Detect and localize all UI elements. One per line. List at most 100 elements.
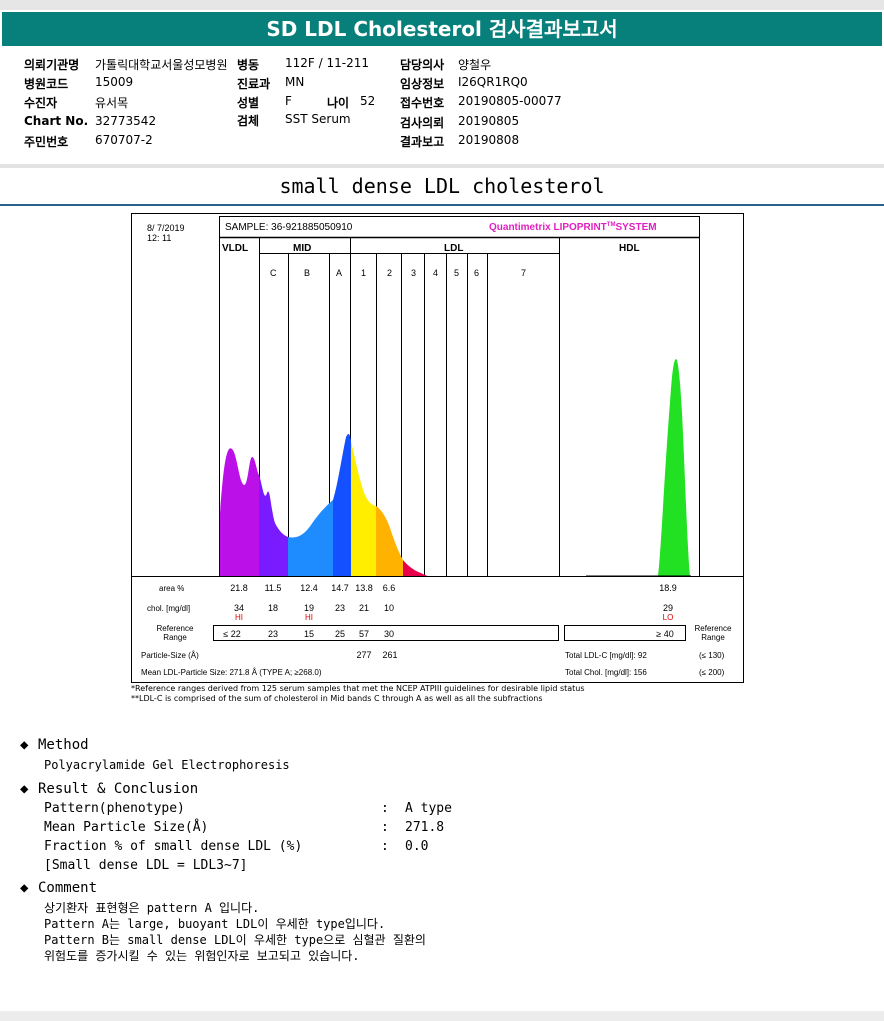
total-ldl-reference: (≤ 130) xyxy=(699,651,725,660)
band-6: 6 xyxy=(474,268,479,278)
reference-value-4: 25 xyxy=(335,629,345,639)
chol-label: chol. [mg/dl] xyxy=(147,604,190,613)
hospital-value: 가톨릭대학교서울성모병원 xyxy=(95,58,228,72)
result-heading: ◆ Result & Conclusion xyxy=(20,781,198,797)
divider xyxy=(0,164,884,168)
lipoprint-report: 8/ 7/2019 12: 11 SAMPLE: 36-921885050910… xyxy=(131,213,744,683)
chol-value-4: 23 xyxy=(335,603,345,613)
brand-tm: TM xyxy=(607,222,616,228)
footnote-2: **LDL-C is comprised of the sum of chole… xyxy=(131,694,543,703)
brand-name: Quantimetrix LIPOPRINT xyxy=(489,222,607,233)
comment-line-1: 상기환자 표현형은 pattern A 입니다. xyxy=(44,901,260,915)
result-row-3-colon: : xyxy=(381,839,389,854)
chol-value-6: 10 xyxy=(384,603,394,613)
area-value-5: 13.8 xyxy=(355,583,373,593)
group-hdl: HDL xyxy=(619,243,640,254)
reference-label-1: Reference xyxy=(157,624,194,633)
code-label: 병원코드 xyxy=(24,77,69,91)
reference-value-1: ≤ 22 xyxy=(223,629,240,639)
report-date-value: 20190808 xyxy=(458,133,520,147)
group-ldl: LDL xyxy=(444,243,463,254)
code-value: 15009 xyxy=(95,75,134,89)
clinical-value: I26QR1RQ0 xyxy=(458,75,528,89)
patient-value: 유서목 xyxy=(95,96,129,110)
particle-size-2: 261 xyxy=(382,650,397,660)
diamond-bullet-icon: ◆ xyxy=(20,737,29,753)
request-value: 20190805 xyxy=(458,114,520,128)
specimen-label: 검체 xyxy=(237,114,260,128)
top-bar xyxy=(0,0,884,10)
doctor-label: 담당의사 xyxy=(400,58,445,72)
ward-value: 112F / 11-211 xyxy=(285,56,369,70)
age-label: 나이 xyxy=(327,96,350,110)
specimen-value: SST Serum xyxy=(285,112,351,126)
bottom-bar xyxy=(0,1011,884,1021)
report-date: 8/ 7/2019 xyxy=(147,223,185,233)
chol-value-5: 21 xyxy=(359,603,369,613)
band-5: 5 xyxy=(454,268,459,278)
report-title: SD LDL Cholesterol 검사결과보고서 xyxy=(2,12,882,46)
subtitle-underline xyxy=(0,204,884,206)
result-row-2-colon: : xyxy=(381,820,389,835)
id-value: 670707-2 xyxy=(95,133,153,147)
sex-label: 성별 xyxy=(237,96,260,110)
result-row-1-colon: : xyxy=(381,801,389,816)
reference-value-6: 30 xyxy=(384,629,394,639)
section-subtitle: small dense LDL cholesterol xyxy=(279,174,605,198)
chart-label: Chart No. xyxy=(24,114,89,128)
chol-value-1: 34 xyxy=(234,603,244,613)
band-4: 4 xyxy=(433,268,438,278)
mean-particle-size: Mean LDL-Particle Size: 271.8 Å (TYPE A;… xyxy=(141,668,322,677)
id-label: 주민번호 xyxy=(24,135,69,149)
band-3: 3 xyxy=(411,268,416,278)
total-chol-label: Total Chol. [mg/dl]: 156 xyxy=(565,668,647,677)
clinical-label: 임상정보 xyxy=(400,77,445,91)
report-time: 12: 11 xyxy=(147,233,171,243)
area-value-1: 21.8 xyxy=(230,583,248,593)
reference-value-3: 15 xyxy=(304,629,314,639)
result-footnote: [Small dense LDL = LDL3~7] xyxy=(44,858,248,873)
request-label: 검사의뢰 xyxy=(400,116,445,130)
report-footnotes: *Reference ranges derived from 125 serum… xyxy=(131,684,585,704)
result-row-3-label: Fraction % of small dense LDL (%) xyxy=(44,839,303,854)
reference-value-hdl: ≥ 40 xyxy=(656,629,673,639)
band-7: 7 xyxy=(521,268,526,278)
chol-flag-vldl: HI xyxy=(235,613,243,622)
reference-value-2: 23 xyxy=(268,629,278,639)
area-value-2: 11.5 xyxy=(265,583,282,593)
ward-label: 병동 xyxy=(237,58,260,72)
chart-value: 32773542 xyxy=(95,114,157,128)
area-value-3: 12.4 xyxy=(300,583,318,593)
comment-title: Comment xyxy=(38,880,98,896)
method-title: Method xyxy=(38,737,89,753)
total-ldl-label: Total LDL-C [mg/dl]: 92 xyxy=(565,651,647,660)
comment-line-2: Pattern A는 large, buoyant LDL이 우세한 type입… xyxy=(44,917,386,931)
reference-label-right-1: Reference xyxy=(695,624,732,633)
result-row-1-value: A type xyxy=(405,801,452,816)
sample-label: SAMPLE: 36-921885050910 xyxy=(225,222,353,233)
patient-info: 의뢰기관명 가톨릭대학교서울성모병원 병동 112F / 11-211 담당의사… xyxy=(0,48,884,166)
particle-size-label: Particle-Size (Å) xyxy=(141,651,199,660)
brand-suffix: SYSTEM xyxy=(615,222,656,233)
chol-flag-hdl: LO xyxy=(663,613,674,622)
area-value-6: 6.6 xyxy=(383,583,396,593)
area-label: area % xyxy=(159,584,184,593)
chol-value-3: 19 xyxy=(304,603,314,613)
band-1: 1 xyxy=(361,268,366,278)
reference-label-right-2: Range xyxy=(701,633,725,642)
band-2: 2 xyxy=(387,268,392,278)
chol-value-2: 18 xyxy=(268,603,278,613)
result-row-3-value: 0.0 xyxy=(405,839,429,854)
sex-value: F xyxy=(285,94,292,108)
group-vldl: VLDL xyxy=(222,243,248,254)
dept-value: MN xyxy=(285,75,305,89)
comment-heading: ◆ Comment xyxy=(20,880,97,896)
diamond-bullet-icon: ◆ xyxy=(20,880,29,896)
band-a: A xyxy=(336,268,342,278)
dept-label: 진료과 xyxy=(237,77,271,91)
receipt-label: 접수번호 xyxy=(400,96,445,110)
receipt-value: 20190805-00077 xyxy=(458,94,562,108)
diamond-bullet-icon: ◆ xyxy=(20,781,29,797)
result-row-1-label: Pattern(phenotype) xyxy=(44,801,185,816)
comment-line-4: 위험도를 증가시킬 수 있는 위험인자로 보고되고 있습니다. xyxy=(44,949,360,963)
